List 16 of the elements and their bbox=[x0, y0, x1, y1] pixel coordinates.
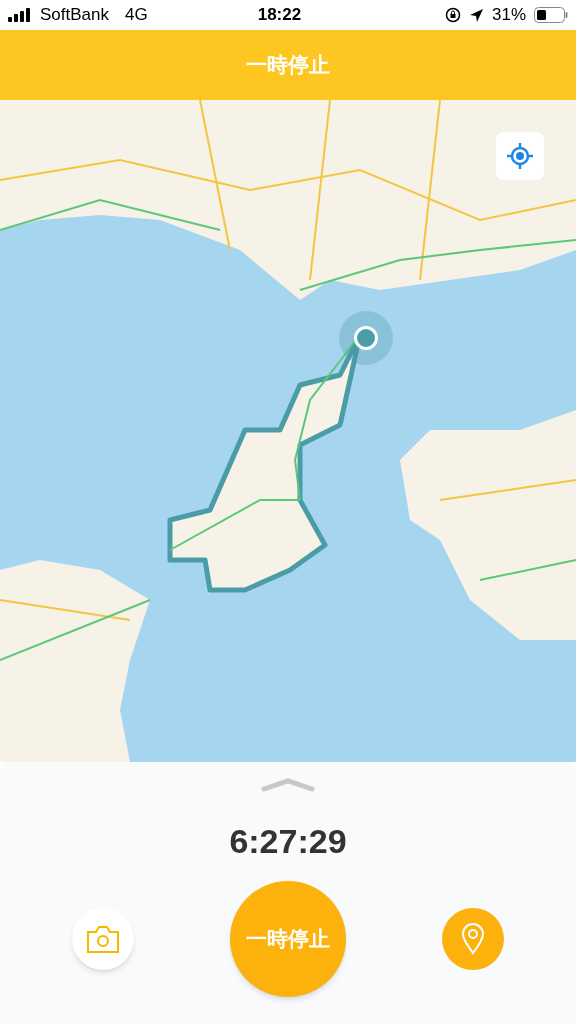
location-arrow-icon bbox=[468, 7, 484, 23]
header-title: 一時停止 bbox=[246, 52, 330, 79]
network-type: 4G bbox=[125, 4, 148, 27]
carrier-name: SoftBank bbox=[40, 4, 109, 27]
rotation-lock-icon bbox=[444, 7, 461, 23]
pause-button[interactable]: 一時停止 bbox=[230, 881, 346, 997]
battery-icon bbox=[534, 7, 568, 23]
current-location-marker bbox=[339, 311, 393, 365]
crosshair-icon bbox=[506, 142, 534, 170]
elapsed-time: 6:27:29 bbox=[229, 821, 347, 862]
map-pin-icon bbox=[461, 923, 485, 955]
locate-button[interactable] bbox=[496, 132, 544, 180]
camera-button[interactable] bbox=[72, 908, 134, 970]
battery-percent: 31% bbox=[491, 4, 526, 27]
camera-icon bbox=[86, 924, 120, 954]
status-time: 18:22 bbox=[257, 4, 302, 27]
